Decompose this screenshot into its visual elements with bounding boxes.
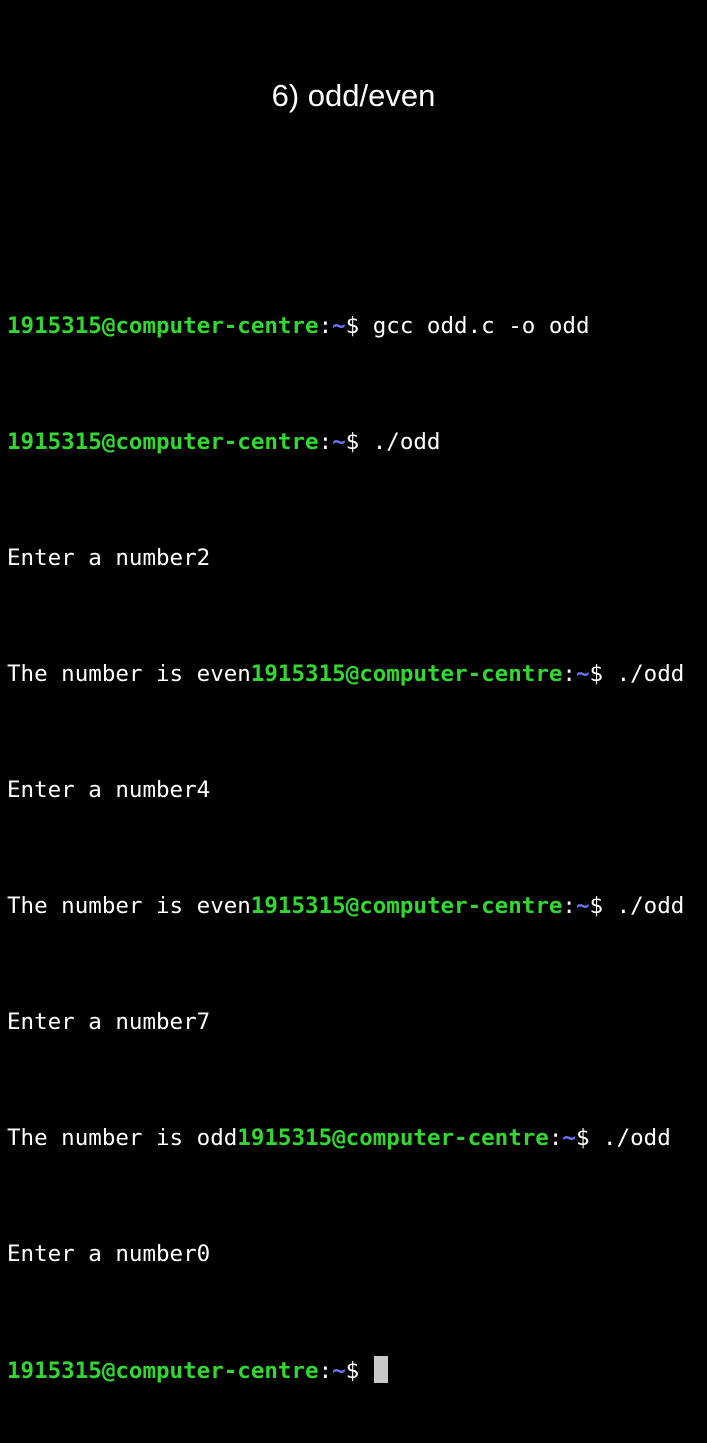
output-text: Enter a number4 — [7, 777, 211, 803]
prompt-colon: : — [318, 313, 333, 339]
prompt-colon: : — [562, 661, 576, 687]
prompt-symbol: $ — [345, 313, 373, 339]
terminal-line: Enter a number4 — [7, 776, 707, 805]
prompt-path: ~ — [332, 429, 346, 455]
terminal-line: 1915315@computer-centre:~$ — [7, 1356, 707, 1385]
prompt-path: ~ — [562, 1125, 576, 1151]
prompt-user-host: 1915315@computer-centre — [7, 429, 319, 455]
command-text: ./odd — [372, 429, 441, 455]
prompt-colon: : — [318, 1358, 333, 1384]
prompt-user-host: 1915315@computer-centre — [250, 893, 563, 919]
page-title: 6) odd/even — [271, 78, 436, 113]
prompt-symbol: $ — [345, 429, 373, 455]
command-text: ./odd — [616, 661, 685, 687]
terminal-line: Enter a number0 — [7, 1240, 707, 1269]
prompt-path: ~ — [332, 1358, 346, 1384]
output-text: Enter a number7 — [7, 1009, 211, 1035]
prompt-path: ~ — [575, 893, 590, 919]
prompt-colon: : — [562, 893, 576, 919]
command-text: ./odd — [616, 893, 685, 919]
prompt-symbol: $ — [589, 661, 617, 687]
prompt-symbol: $ — [345, 1358, 373, 1384]
terminal-line: The number is odd1915315@computer-centre… — [7, 1124, 707, 1153]
terminal-line: The number is even1915315@computer-centr… — [7, 892, 707, 921]
prompt-path: ~ — [575, 661, 590, 687]
output-text: The number is even — [7, 661, 251, 687]
prompt-symbol: $ — [589, 893, 617, 919]
prompt-user-host: 1915315@computer-centre — [7, 313, 319, 339]
output-text: Enter a number0 — [7, 1241, 211, 1267]
output-text: The number is odd — [7, 1125, 238, 1151]
terminal-line: Enter a number2 — [7, 544, 707, 573]
command-text: gcc odd.c -o odd — [372, 313, 590, 339]
terminal-line: 1915315@computer-centre:~$ ./odd — [7, 428, 707, 457]
prompt-user-host: 1915315@computer-centre — [7, 1358, 319, 1384]
prompt-user-host: 1915315@computer-centre — [250, 661, 563, 687]
prompt-colon: : — [548, 1125, 563, 1151]
output-text: Enter a number2 — [7, 545, 211, 571]
terminal-line: Enter a number7 — [7, 1008, 707, 1037]
prompt-symbol: $ — [575, 1125, 604, 1151]
prompt-user-host: 1915315@computer-centre — [237, 1125, 549, 1151]
terminal-output[interactable]: 1915315@computer-centre:~$ gcc odd.c -o … — [7, 225, 707, 1443]
terminal-cursor[interactable] — [373, 1356, 388, 1383]
prompt-path: ~ — [332, 313, 346, 339]
terminal-line: 1915315@computer-centre:~$ gcc odd.c -o … — [7, 312, 707, 341]
prompt-colon: : — [318, 429, 333, 455]
output-text: The number is even — [7, 893, 251, 919]
terminal-line: The number is even1915315@computer-centr… — [7, 660, 707, 689]
command-text: ./odd — [603, 1125, 671, 1151]
